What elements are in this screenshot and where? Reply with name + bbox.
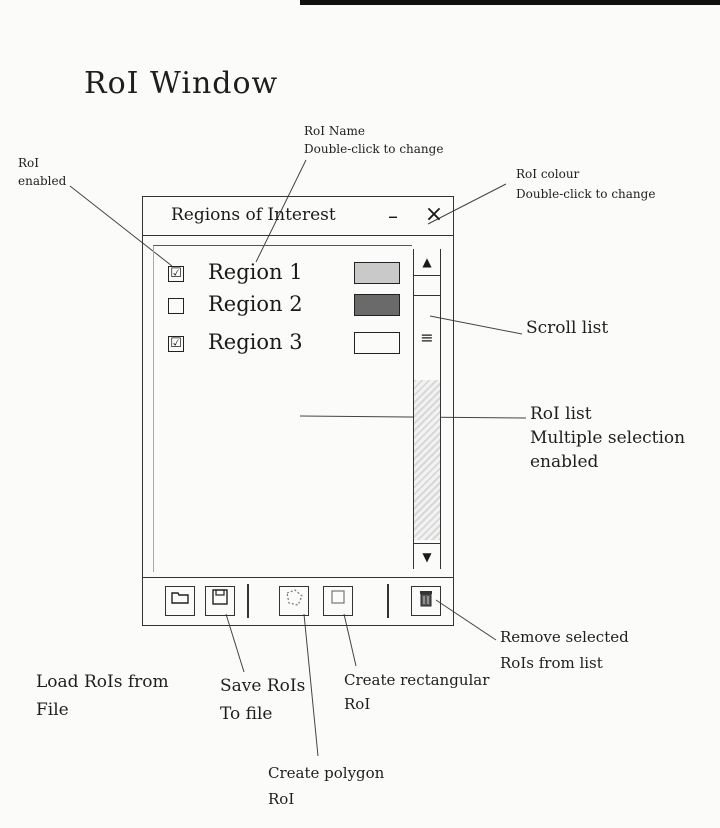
roi-list-scrollbar[interactable]: ▲ ≡ ▼	[413, 249, 441, 569]
paper-top-edge	[300, 0, 720, 5]
scroll-thumb[interactable]: ≡	[414, 295, 440, 381]
toolbar-separator	[387, 584, 389, 618]
roi-list-item[interactable]: Region 2	[168, 292, 408, 322]
annotation-remove-selected: Remove selected RoIs from list	[500, 628, 629, 672]
annotation-load-rois: Load RoIs from File	[36, 672, 169, 720]
annotation-scroll-list: Scroll list	[526, 318, 609, 338]
create-rectangular-roi-button[interactable]	[323, 586, 353, 616]
annotation-roi-enabled: RoI enabled	[18, 156, 67, 188]
sketch-heading: RoI Window	[84, 66, 279, 101]
window-title: Regions of Interest	[171, 205, 336, 225]
roi-enabled-checkbox[interactable]: ☑	[168, 266, 184, 282]
floppy-disk-icon	[212, 589, 228, 605]
roi-enabled-checkbox[interactable]	[168, 298, 184, 314]
trash-icon	[420, 591, 432, 607]
leader-create-polygon	[303, 613, 319, 757]
scroll-down-button[interactable]: ▼	[414, 543, 440, 570]
roi-name[interactable]: Region 2	[208, 292, 303, 316]
close-button[interactable]: ×	[423, 204, 445, 226]
create-polygon-roi-button[interactable]	[279, 586, 309, 616]
roi-toolbar	[143, 577, 453, 626]
load-rois-button[interactable]	[165, 586, 195, 616]
annotation-roi-colour: RoI colour Double-click to change	[516, 167, 656, 201]
folder-icon	[171, 592, 189, 604]
toolbar-separator	[247, 584, 249, 618]
rectangle-icon	[331, 590, 345, 604]
remove-selected-rois-button[interactable]	[411, 586, 441, 616]
annotation-roi-list: RoI list Multiple selection enabled	[530, 404, 686, 472]
annotation-roi-name: RoI Name Double-click to change	[304, 124, 444, 156]
roi-list-item[interactable]: ☑ Region 1	[168, 260, 408, 290]
roi-colour-swatch[interactable]	[354, 294, 400, 316]
save-rois-button[interactable]	[205, 586, 235, 616]
roi-list[interactable]: ☑ Region 1 Region 2 ☑ Region 3	[153, 245, 412, 572]
roi-list-item[interactable]: ☑ Region 3	[168, 330, 408, 360]
roi-name[interactable]: Region 1	[208, 260, 303, 284]
polygon-icon	[286, 589, 303, 606]
annotation-create-polygon: Create polygon RoI	[268, 764, 385, 808]
roi-enabled-checkbox[interactable]: ☑	[168, 336, 184, 352]
scroll-up-button[interactable]: ▲	[414, 249, 440, 276]
roi-colour-swatch[interactable]	[354, 262, 400, 284]
annotation-create-rectangular: Create rectangular RoI	[344, 671, 490, 713]
scroll-track[interactable]	[414, 380, 440, 540]
roi-name[interactable]: Region 3	[208, 330, 303, 354]
roi-colour-swatch[interactable]	[354, 332, 400, 354]
annotation-save-rois: Save RoIs To file	[220, 676, 306, 724]
window-titlebar: Regions of Interest – ×	[143, 197, 453, 236]
roi-window: Regions of Interest – × ☑ Region 1 Regio…	[142, 196, 454, 626]
minimize-button[interactable]: –	[383, 206, 403, 226]
